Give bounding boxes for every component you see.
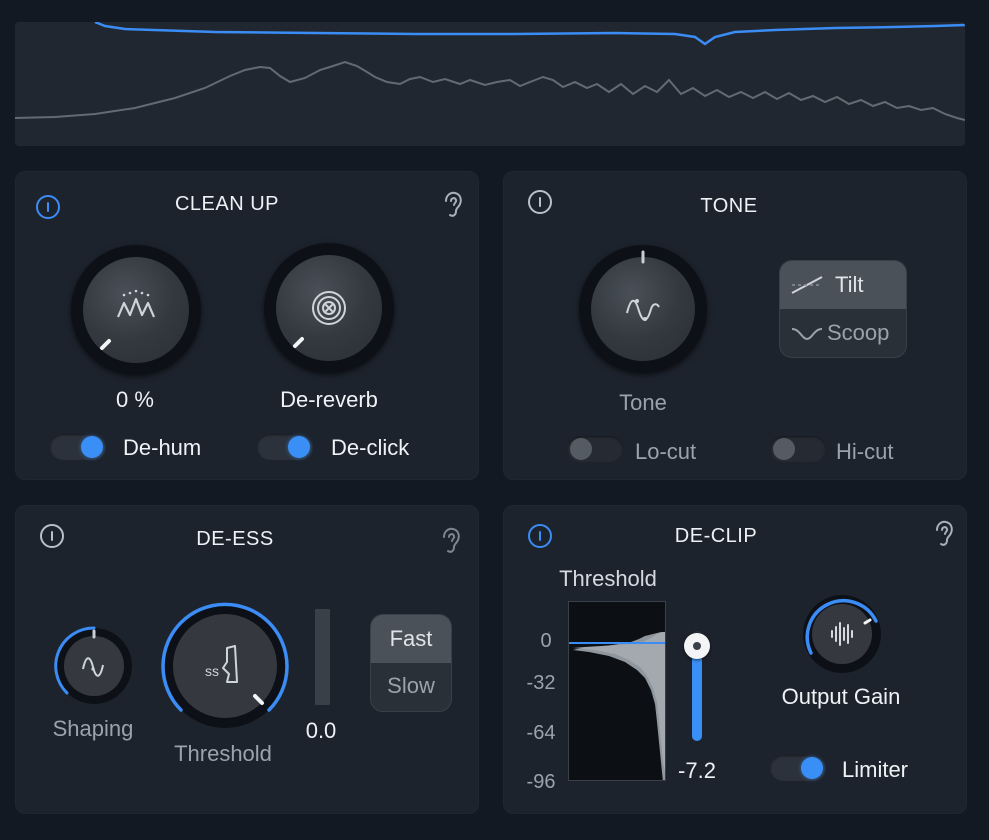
- deess-threshold-label: Threshold: [174, 741, 272, 766]
- scoop-label: Scoop: [827, 320, 890, 345]
- tilt-label: Tilt: [835, 272, 864, 297]
- declip-threshold-slider[interactable]: [684, 631, 710, 741]
- limiter-toggle[interactable]: [770, 755, 826, 781]
- tone-power-button[interactable]: [528, 190, 552, 214]
- svg-text:ss: ss: [205, 663, 219, 679]
- locut-label: Lo-cut: [635, 439, 697, 464]
- tone-curve-icon: [626, 299, 660, 321]
- scale-label-32: -32: [526, 672, 556, 694]
- tone-panel: TONE Tone Tilt Scoop Lo-cut Hi-cut: [503, 171, 967, 480]
- declip-power-button[interactable]: [528, 524, 552, 548]
- ear-icon[interactable]: [933, 520, 955, 548]
- tone-mode-selector: Tilt Scoop: [780, 261, 906, 357]
- output-gain-knob-graphic: [803, 595, 881, 673]
- declip-panel: DE-CLIP Threshold 0 -32 -64 -96 -7.2 Out…: [503, 505, 967, 814]
- cleanup-panel: CLEAN UP 0 % De-reverb De-hum De-click: [15, 171, 479, 480]
- hicut-label: Hi-cut: [836, 439, 894, 464]
- dereverb-label: De-reverb: [280, 387, 378, 412]
- scale-label-96: -96: [526, 771, 556, 793]
- dereverb-knob[interactable]: [264, 243, 394, 373]
- ear-icon[interactable]: [440, 527, 462, 555]
- spectrum-display: [15, 22, 965, 146]
- clip-histogram: [568, 601, 666, 781]
- scoop-icon: [791, 328, 823, 341]
- dehum-amount-knob[interactable]: [71, 245, 201, 375]
- deess-level-meter: [315, 609, 330, 705]
- declip-title: DE-CLIP: [674, 525, 758, 547]
- tilt-icon: [791, 276, 823, 294]
- deess-speed-selector: Fast Slow: [371, 615, 451, 711]
- scale-label-64: -64: [526, 722, 556, 744]
- fast-option[interactable]: Fast: [371, 615, 451, 663]
- slow-option[interactable]: Slow: [371, 663, 451, 711]
- hicut-toggle[interactable]: [770, 436, 826, 462]
- scoop-option[interactable]: Scoop: [780, 309, 906, 357]
- deess-title: DE-ESS: [196, 528, 274, 550]
- ess-curve: [94, 22, 965, 46]
- limiter-label: Limiter: [842, 757, 909, 782]
- tilt-option[interactable]: Tilt: [780, 261, 906, 309]
- declick-toggle[interactable]: [257, 434, 313, 460]
- declick-label: De-click: [331, 435, 410, 460]
- dereverb-icon: [312, 291, 346, 325]
- shaping-label: Shaping: [52, 716, 134, 741]
- spectrum-graph: [15, 22, 965, 121]
- deess-threshold-knob[interactable]: ss: [161, 602, 289, 730]
- dehum-toggle[interactable]: [50, 434, 106, 460]
- cleanup-power-button[interactable]: [36, 195, 60, 219]
- shaping-knob-graphic: [54, 626, 132, 704]
- deess-power-button[interactable]: [40, 524, 64, 548]
- deess-panel: DE-ESS Shaping ss Threshold 0.0 Fast Slo…: [15, 505, 479, 814]
- output-gain-knob[interactable]: [801, 593, 883, 675]
- declip-threshold-label: Threshold: [559, 566, 657, 591]
- tone-title: TONE: [700, 195, 758, 217]
- declip-slider-value: -7.2: [678, 758, 716, 783]
- locut-toggle[interactable]: [567, 436, 623, 462]
- scale-label-0: 0: [540, 630, 552, 652]
- clip-histogram-graph: [569, 632, 665, 780]
- dehum-label: De-hum: [123, 435, 202, 460]
- cleanup-title: CLEAN UP: [174, 193, 280, 215]
- tone-knob[interactable]: [579, 245, 707, 373]
- deess-meter-value: 0.0: [305, 718, 337, 743]
- dehum-icon: [116, 289, 156, 318]
- ear-icon[interactable]: [442, 191, 464, 219]
- slider-handle[interactable]: [684, 633, 710, 659]
- output-gain-label: Output Gain: [781, 684, 901, 709]
- dehum-knob-value: 0 %: [116, 387, 154, 412]
- shaping-knob[interactable]: [53, 625, 135, 707]
- spectrum-curve: [15, 60, 965, 121]
- deess-threshold-knob-graphic: ss: [161, 602, 289, 728]
- tone-knob-label: Tone: [619, 390, 667, 415]
